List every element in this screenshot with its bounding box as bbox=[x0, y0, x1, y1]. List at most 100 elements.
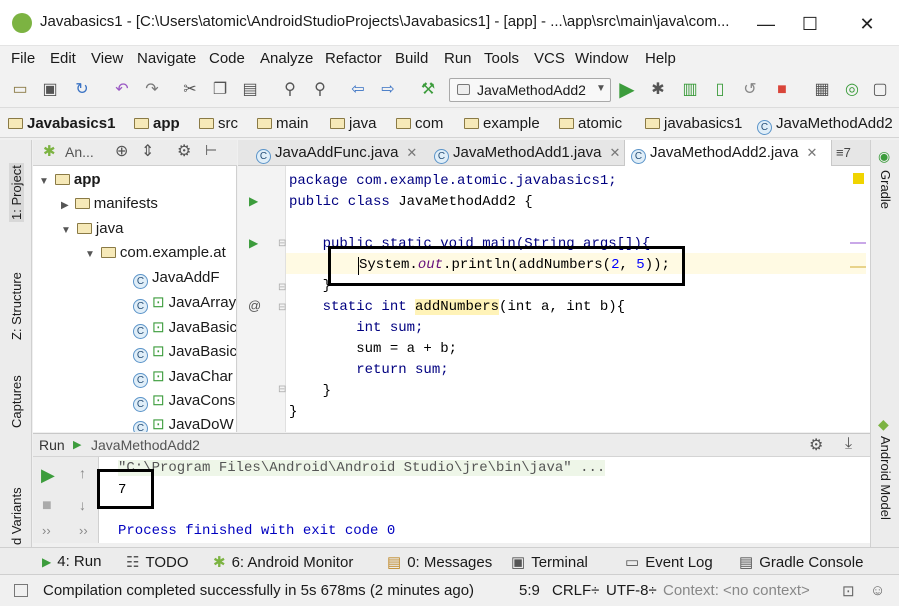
make-project-icon[interactable]: ⚒ bbox=[418, 80, 438, 100]
android-icon[interactable]: ▢ bbox=[870, 80, 890, 100]
analysis-status-marker[interactable] bbox=[853, 173, 864, 184]
hide-panel-icon[interactable]: ⊢ bbox=[205, 142, 217, 159]
tree-item-app[interactable]: ▼ app bbox=[39, 171, 101, 188]
tree-item-class[interactable]: C ⊡ JavaBasic bbox=[133, 318, 236, 339]
tab-gradle-console[interactable]: ▤ Gradle Console bbox=[739, 553, 863, 571]
lock-icon[interactable]: ⊡ bbox=[842, 582, 855, 600]
gear-icon[interactable]: ⚙ bbox=[177, 141, 191, 161]
scroll-down-icon[interactable]: ↓ bbox=[79, 497, 86, 513]
stop-icon[interactable]: ■ bbox=[42, 497, 52, 515]
stop-icon[interactable]: ■ bbox=[772, 80, 792, 100]
captures-tool-tab[interactable]: Captures bbox=[9, 375, 24, 428]
tab-messages[interactable]: ▤ 0: Messages bbox=[387, 553, 492, 571]
menu-vcs[interactable]: VCS bbox=[534, 50, 565, 67]
android-model-tool-tab[interactable]: Android Model bbox=[878, 436, 893, 520]
redo-icon[interactable]: ↷ bbox=[142, 80, 162, 100]
fold-icon[interactable]: ⊟ bbox=[278, 238, 286, 249]
gear-icon[interactable]: ⚙ bbox=[809, 435, 823, 455]
fold-icon[interactable]: ⊟ bbox=[278, 282, 286, 293]
run-class-icon[interactable]: ▶ bbox=[249, 194, 258, 208]
tab-todo[interactable]: ☷ TODO bbox=[126, 553, 189, 571]
attach-debugger-icon[interactable]: ▯ bbox=[710, 80, 730, 100]
menu-view[interactable]: View bbox=[91, 50, 123, 67]
forward-icon[interactable]: ⇨ bbox=[378, 80, 398, 100]
build-variants-tool-tab[interactable]: d Variants bbox=[9, 487, 24, 545]
maximize-button[interactable]: ☐ bbox=[798, 12, 822, 36]
tab-event-log[interactable]: ▭ Event Log bbox=[625, 553, 713, 571]
breadcrumb-item[interactable]: C JavaMethodAdd2 bbox=[757, 115, 893, 135]
menu-code[interactable]: Code bbox=[209, 50, 245, 67]
inspector-icon[interactable]: ☺ bbox=[870, 582, 885, 599]
avd-manager-icon[interactable]: ◎ bbox=[842, 80, 862, 100]
sdk-manager-icon[interactable]: ▦ bbox=[812, 80, 832, 100]
breadcrumb-item[interactable]: example bbox=[464, 115, 540, 132]
tree-item-manifests[interactable]: ▶ manifests bbox=[61, 195, 158, 212]
undo-icon[interactable]: ↶ bbox=[112, 80, 132, 100]
more-icon[interactable]: ›› bbox=[79, 523, 88, 538]
tree-item-class[interactable]: C JavaAddF bbox=[133, 269, 220, 289]
save-icon[interactable]: ▣ bbox=[40, 80, 60, 100]
breadcrumb-item[interactable]: atomic bbox=[559, 115, 622, 132]
tree-item-class[interactable]: C ⊡ JavaChar bbox=[133, 367, 233, 388]
close-tab-icon[interactable]: ✕ bbox=[609, 145, 620, 160]
fold-icon[interactable]: ⊟ bbox=[278, 384, 286, 395]
menu-tools[interactable]: Tools bbox=[484, 50, 519, 67]
breadcrumb-item[interactable]: java bbox=[330, 115, 377, 132]
tree-item-class[interactable]: C ⊡ JavaCons bbox=[133, 391, 235, 412]
tab-javamethodadd2[interactable]: C JavaMethodAdd2.java ✕ bbox=[624, 140, 832, 166]
project-tool-tab[interactable]: 1: Project bbox=[9, 163, 24, 222]
scroll-from-source-icon[interactable]: ⊕ bbox=[115, 141, 128, 161]
tab-javamethodadd1[interactable]: C JavaMethodAdd1.java ✕ bbox=[434, 140, 620, 166]
tree-item-class[interactable]: C ⊡ JavaArray bbox=[133, 293, 236, 314]
tab-terminal[interactable]: ▣ Terminal bbox=[511, 553, 588, 571]
tab-run[interactable]: ▶ 4: Run bbox=[42, 553, 101, 570]
line-separator[interactable]: CRLF÷ bbox=[552, 582, 599, 599]
rerun-icon[interactable]: ▶ bbox=[41, 465, 55, 486]
run-main-icon[interactable]: ▶ bbox=[249, 236, 258, 250]
debug-icon[interactable]: ✱ bbox=[648, 80, 668, 100]
breadcrumb-item[interactable]: javabasics1 bbox=[645, 115, 742, 132]
tree-item-package[interactable]: ▼ com.example.at bbox=[85, 244, 226, 261]
cursor-position[interactable]: 5:9 bbox=[519, 582, 540, 599]
collapse-all-icon[interactable]: ⇕ bbox=[141, 141, 154, 161]
tab-overflow-button[interactable]: ≡7 bbox=[836, 140, 851, 166]
menu-file[interactable]: File bbox=[11, 50, 35, 67]
close-button[interactable]: ✕ bbox=[855, 12, 879, 36]
close-tab-icon[interactable]: ✕ bbox=[406, 145, 417, 160]
project-view-dropdown[interactable]: An... bbox=[65, 144, 94, 160]
menu-window[interactable]: Window bbox=[575, 50, 628, 67]
breadcrumb-item[interactable]: main bbox=[257, 115, 309, 132]
run-console[interactable]: "C:\Program Files\Android\Android Studio… bbox=[99, 457, 870, 543]
apply-changes-icon[interactable]: ↺ bbox=[740, 80, 760, 100]
profile-icon[interactable]: ▥ bbox=[680, 80, 700, 100]
menu-run[interactable]: Run bbox=[444, 50, 472, 67]
breadcrumb-item[interactable]: Javabasics1 bbox=[8, 115, 115, 132]
cut-icon[interactable]: ✂ bbox=[180, 80, 200, 100]
paste-icon[interactable]: ▤ bbox=[240, 80, 260, 100]
fold-icon[interactable]: ⊟ bbox=[278, 302, 286, 313]
more-icon[interactable]: ›› bbox=[42, 523, 51, 538]
close-tab-icon[interactable]: ✕ bbox=[806, 145, 817, 160]
breadcrumb-item[interactable]: src bbox=[199, 115, 238, 132]
menu-help[interactable]: Help bbox=[645, 50, 676, 67]
tree-item-class[interactable]: C ⊡ JavaDoW bbox=[133, 415, 234, 432]
minimize-button[interactable]: — bbox=[754, 12, 778, 36]
file-encoding[interactable]: UTF-8÷ bbox=[606, 582, 657, 599]
tab-javaaddfunc[interactable]: C JavaAddFunc.java ✕ bbox=[256, 140, 417, 166]
back-icon[interactable]: ⇦ bbox=[348, 80, 368, 100]
menu-refactor[interactable]: Refactor bbox=[325, 50, 382, 67]
open-folder-icon[interactable]: ▭ bbox=[10, 80, 30, 100]
structure-tool-tab[interactable]: Z: Structure bbox=[9, 272, 24, 340]
menu-build[interactable]: Build bbox=[395, 50, 428, 67]
copy-icon[interactable]: ❐ bbox=[210, 80, 230, 100]
menu-edit[interactable]: Edit bbox=[50, 50, 76, 67]
breadcrumb-item[interactable]: com bbox=[396, 115, 443, 132]
tab-android-monitor[interactable]: ✱ 6: Android Monitor bbox=[213, 553, 353, 571]
tree-item-java[interactable]: ▼ java bbox=[61, 220, 123, 237]
sync-icon[interactable]: ↻ bbox=[72, 80, 92, 100]
scroll-up-icon[interactable]: ↑ bbox=[79, 465, 86, 481]
menu-analyze[interactable]: Analyze bbox=[260, 50, 313, 67]
hide-panel-icon[interactable]: ⤓ bbox=[845, 435, 852, 453]
find-icon[interactable]: ⚲ bbox=[280, 80, 300, 100]
replace-icon[interactable]: ⚲ bbox=[310, 80, 330, 100]
